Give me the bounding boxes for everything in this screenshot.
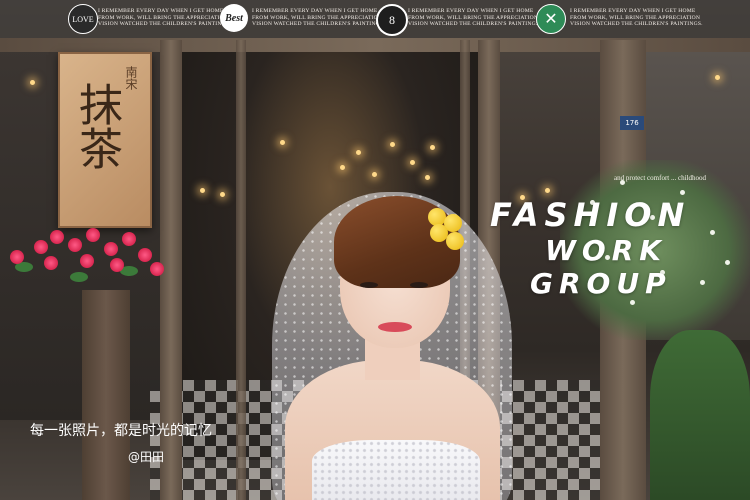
handwritten-signature: @田田 [128, 450, 165, 464]
headline-subtext: and protect comfort ... childhood [614, 174, 706, 182]
top-banner: LOVE I REMEMBER EVERY DAY WHEN I GET HOM… [0, 0, 750, 38]
chandelier-light [356, 150, 361, 155]
headline-line-1: FASHION [490, 196, 691, 234]
bride-eye [360, 282, 378, 288]
bride-eye [410, 282, 428, 288]
chandelier-light [372, 172, 377, 177]
house-number-plaque: 176 [620, 116, 644, 130]
handwritten-caption: 每一张照片，都是时光的记忆 [30, 423, 212, 439]
badge-label: 8 [389, 12, 395, 27]
badge-caption: I REMEMBER EVERY DAY WHEN I GET HOME FRO… [98, 8, 231, 27]
badge-caption: I REMEMBER EVERY DAY WHEN I GET HOME FRO… [408, 8, 541, 27]
badge-caption: I REMEMBER EVERY DAY WHEN I GET HOME FRO… [570, 8, 703, 27]
pink-flower-basket [10, 222, 170, 302]
yellow-hair-ornament [446, 232, 464, 250]
headline-line-2: WORK [545, 234, 667, 267]
wall-lamp [715, 75, 720, 80]
sign-small-text: 南宋 [124, 66, 138, 90]
headline: FASHION WORK GROUP [490, 196, 745, 300]
wooden-post [82, 290, 130, 500]
chandelier-light [200, 188, 205, 193]
green-plant [650, 330, 750, 500]
chandelier-light [545, 188, 550, 193]
chandelier-light [280, 140, 285, 145]
chandelier-light [390, 142, 395, 147]
badge-label: Best [225, 12, 243, 24]
wooden-shop-sign: 抹茶 南宋 [58, 52, 152, 228]
cross-glyph: ✕ [544, 11, 558, 28]
cross-badge-icon: ✕ [536, 4, 566, 34]
chandelier-light [430, 145, 435, 150]
love-badge-icon: LOVE [68, 4, 98, 34]
eight-badge-icon: 8 [376, 4, 408, 36]
badge-caption: I REMEMBER EVERY DAY WHEN I GET HOME FRO… [252, 8, 385, 27]
best-badge-icon: Best [220, 4, 248, 32]
sign-main-text: 抹茶 [71, 82, 122, 170]
badge-label: LOVE [72, 14, 94, 24]
chandelier-light [410, 160, 415, 165]
chandelier-light [425, 175, 430, 180]
door-bar [236, 40, 246, 500]
headline-line-3: GROUP [530, 267, 672, 300]
chandelier-light [340, 165, 345, 170]
wedding-dress [312, 440, 480, 500]
chandelier-light [220, 192, 225, 197]
bride-lips [378, 322, 412, 332]
wall-lamp [30, 80, 35, 85]
